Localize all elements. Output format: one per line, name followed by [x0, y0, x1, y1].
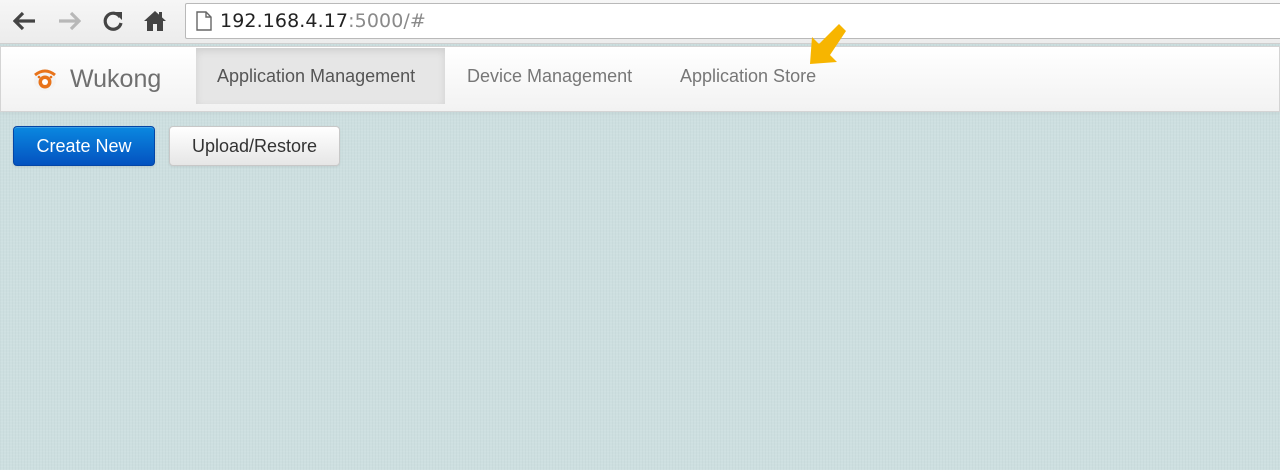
url-path: :5000/#	[348, 10, 426, 32]
top-navbar: Wukong Application Management Device Man…	[0, 46, 1280, 112]
address-bar[interactable]: 192.168.4.17:5000/#	[185, 3, 1280, 39]
browser-toolbar: 192.168.4.17:5000/#	[0, 0, 1280, 44]
brand-name: Wukong	[70, 64, 162, 93]
forward-arrow-icon	[57, 11, 81, 31]
nav-item-label: Application Store	[680, 65, 817, 86]
reload-button[interactable]	[99, 7, 127, 35]
reload-icon	[101, 9, 125, 33]
url-host: 192.168.4.17	[220, 10, 349, 32]
page-icon	[196, 11, 212, 31]
forward-button[interactable]	[55, 7, 83, 35]
upload-restore-button[interactable]: Upload/Restore	[169, 126, 340, 166]
nav-device-management[interactable]: Device Management	[446, 48, 653, 104]
home-icon	[143, 9, 167, 33]
nav-item-label: Application Management	[217, 65, 416, 86]
brand[interactable]: Wukong	[27, 47, 161, 111]
back-button[interactable]	[11, 7, 39, 35]
back-arrow-icon	[13, 11, 37, 31]
wukong-logo-icon	[27, 61, 63, 97]
nav-application-management[interactable]: Application Management	[196, 48, 445, 104]
nav-item-label: Device Management	[467, 65, 633, 86]
create-new-button[interactable]: Create New	[13, 126, 155, 166]
home-button[interactable]	[141, 7, 169, 35]
pointer-arrow-icon	[802, 22, 852, 77]
page-content: Wukong Application Management Device Man…	[0, 44, 1280, 470]
